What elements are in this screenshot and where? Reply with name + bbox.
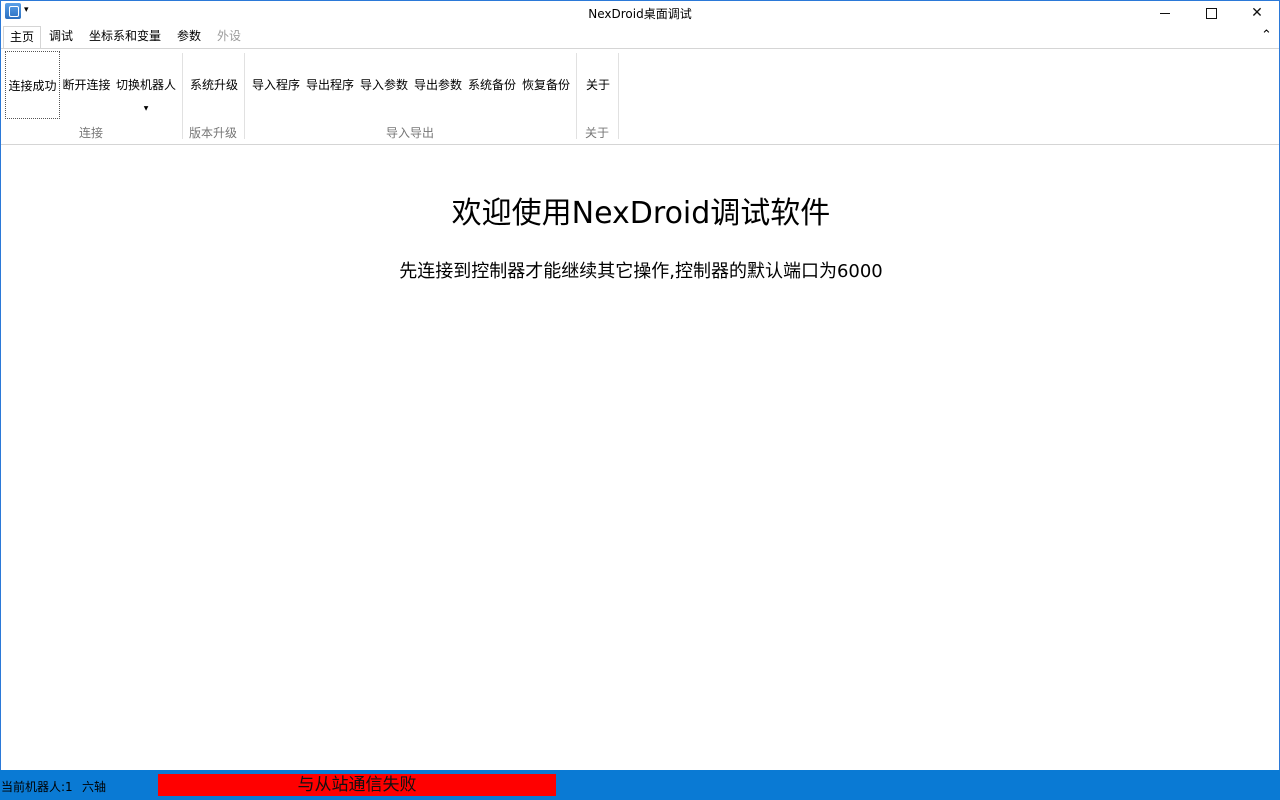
welcome-title: 欢迎使用NexDroid调试软件 <box>451 196 831 231</box>
tab-parameters[interactable]: 参数 <box>171 26 207 47</box>
minimize-button[interactable] <box>1142 1 1188 25</box>
app-window: ▾ NexDroid桌面调试 ✕ 主页 调试 坐标系和变量 参数 外设 ⌃ 连接… <box>0 0 1280 800</box>
close-icon: ✕ <box>1251 5 1263 21</box>
tab-peripherals: 外设 <box>217 29 242 43</box>
import-parameters-button[interactable]: 导入参数 <box>358 51 410 117</box>
dropdown-arrow-icon: ▼ <box>143 105 149 112</box>
export-program-button[interactable]: 导出程序 <box>304 51 356 117</box>
button-label: 导出程序 <box>305 77 354 92</box>
group-label-connection: 连接 <box>78 126 103 140</box>
disconnect-button[interactable]: 断开连接 <box>61 51 112 117</box>
group-label-import-export: 导入导出 <box>385 126 434 140</box>
status-bar: 当前机器人:1 六轴 与从站通信失败 <box>0 770 1280 800</box>
minimize-icon <box>1160 12 1170 14</box>
maximize-button[interactable] <box>1188 1 1234 25</box>
restore-backup-button[interactable]: 恢复备份 <box>520 51 572 117</box>
button-label: 断开连接 <box>62 77 111 92</box>
welcome-subtitle: 先连接到控制器才能继续其它操作,控制器的默认端口为6000 <box>399 261 883 282</box>
collapse-ribbon-icon[interactable]: ⌃ <box>1261 28 1272 43</box>
title-bar: ▾ NexDroid桌面调试 ✕ <box>1 1 1279 25</box>
connect-success-button[interactable]: 连接成功 <box>5 51 60 119</box>
button-label: 系统备份 <box>467 77 516 92</box>
tab-debug[interactable]: 调试 <box>43 26 79 47</box>
button-label: 连接成功 <box>8 78 57 93</box>
group-label-version-upgrade: 版本升级 <box>188 126 237 140</box>
system-backup-button[interactable]: 系统备份 <box>466 51 518 117</box>
current-robot-status: 当前机器人:1 <box>1 780 73 794</box>
switch-robot-button[interactable]: 切换机器人 ▼ <box>115 51 177 117</box>
button-label: 导出参数 <box>413 77 462 92</box>
button-label: 切换机器人 <box>115 77 176 92</box>
ribbon-tabs: 主页 调试 坐标系和变量 参数 外设 <box>1 25 1279 49</box>
about-button[interactable]: 关于 <box>581 51 615 117</box>
button-label: 关于 <box>585 77 610 92</box>
ribbon-panel: 连接成功 断开连接 切换机器人 ▼ 连接 系统升级 版本升级 导入程序 导出程序… <box>1 48 1279 145</box>
button-label: 恢复备份 <box>521 77 570 92</box>
button-label: 系统升级 <box>189 77 238 92</box>
import-program-button[interactable]: 导入程序 <box>250 51 302 117</box>
export-parameters-button[interactable]: 导出参数 <box>412 51 464 117</box>
communication-error-banner: 与从站通信失败 <box>158 774 556 796</box>
tab-coordinates-variables[interactable]: 坐标系和变量 <box>83 26 167 47</box>
group-label-about: 关于 <box>584 126 609 140</box>
axis-type-status: 六轴 <box>82 780 107 794</box>
close-button[interactable]: ✕ <box>1234 1 1280 25</box>
maximize-icon <box>1205 7 1217 19</box>
button-label: 导入参数 <box>359 77 408 92</box>
button-label: 导入程序 <box>251 77 300 92</box>
window-title: NexDroid桌面调试 <box>588 7 692 21</box>
group-separator <box>618 53 619 139</box>
system-upgrade-button[interactable]: 系统升级 <box>187 51 241 117</box>
tab-home[interactable]: 主页 <box>3 26 42 49</box>
